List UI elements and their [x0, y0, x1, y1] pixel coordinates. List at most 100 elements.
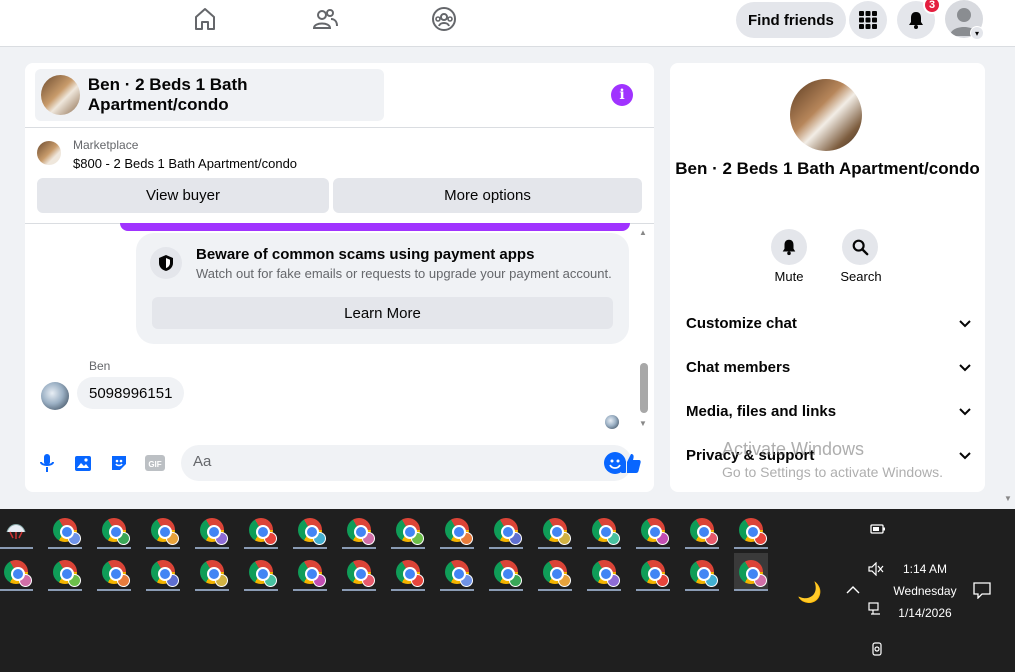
groups-icon[interactable]: [431, 6, 457, 32]
chrome-icon: [690, 560, 718, 587]
app-icon[interactable]: [0, 511, 33, 549]
running-indicator: [97, 547, 131, 549]
profile-badge-icon: [264, 532, 277, 545]
chat-details-panel: Ben · 2 Beds 1 Bath Apartment/condo Mute…: [670, 63, 985, 492]
clock-time[interactable]: 1:14 AM: [893, 562, 957, 576]
chat-header[interactable]: Ben · 2 Beds 1 Bath Apartment/condo: [35, 69, 384, 121]
chrome-profile-icon[interactable]: [48, 511, 82, 549]
mute-button[interactable]: [771, 229, 807, 265]
like-thumbs-up-icon[interactable]: [620, 452, 642, 474]
night-light-moon-icon[interactable]: 🌙: [797, 580, 822, 605]
volume-muted-icon[interactable]: [868, 562, 884, 576]
message-input[interactable]: [193, 453, 573, 470]
chrome-profile-icon[interactable]: [342, 553, 376, 591]
customize-chat-section[interactable]: Customize chat: [686, 315, 971, 332]
chevron-down-icon: [959, 359, 971, 376]
scroll-up-arrow[interactable]: ▲: [639, 228, 647, 237]
sender-avatar[interactable]: [41, 382, 69, 410]
chrome-profile-icon[interactable]: [734, 511, 768, 549]
chevron-up-icon[interactable]: [846, 585, 860, 595]
profile-badge-icon: [166, 532, 179, 545]
scrollbar-thumb[interactable]: [640, 363, 648, 413]
chrome-icon: [592, 518, 620, 545]
clock-day[interactable]: Wednesday: [890, 584, 960, 598]
listing-photo-avatar[interactable]: [790, 79, 862, 151]
chrome-profile-icon[interactable]: [293, 553, 327, 591]
running-indicator: [734, 589, 768, 591]
learn-more-button[interactable]: Learn More: [152, 297, 613, 329]
chrome-icon: [592, 560, 620, 587]
chrome-profile-icon[interactable]: [734, 553, 768, 591]
chrome-profile-icon[interactable]: [685, 553, 719, 591]
chrome-profile-icon[interactable]: [97, 511, 131, 549]
view-buyer-button[interactable]: View buyer: [37, 178, 329, 213]
chrome-profile-icon[interactable]: [538, 511, 572, 549]
notifications-button[interactable]: 3: [897, 0, 941, 39]
battery-icon[interactable]: [870, 523, 886, 535]
chrome-profile-icon[interactable]: [195, 553, 229, 591]
gif-icon[interactable]: GIF: [144, 452, 166, 474]
chrome-icon: [739, 560, 767, 587]
chrome-profile-icon[interactable]: [48, 553, 82, 591]
info-icon[interactable]: i: [611, 84, 633, 106]
running-indicator: [146, 589, 180, 591]
chrome-profile-icon[interactable]: [440, 553, 474, 591]
device-sync-icon[interactable]: [870, 641, 884, 657]
chrome-profile-icon[interactable]: [636, 511, 670, 549]
friends-icon[interactable]: [312, 6, 338, 32]
chrome-icon: [739, 518, 767, 545]
chrome-profile-icon[interactable]: [391, 553, 425, 591]
details-title: Ben · 2 Beds 1 Bath Apartment/condo: [675, 159, 980, 178]
chrome-profile-icon[interactable]: [293, 511, 327, 549]
scroll-down-arrow[interactable]: ▼: [639, 419, 647, 428]
clock-date[interactable]: 1/14/2026: [893, 606, 957, 620]
chrome-profile-icon[interactable]: [587, 553, 621, 591]
profile-badge-icon: [656, 532, 669, 545]
chrome-icon: [494, 518, 522, 545]
chrome-profile-icon[interactable]: [489, 553, 523, 591]
photo-icon[interactable]: [72, 452, 94, 474]
more-options-button[interactable]: More options: [333, 178, 642, 213]
chevron-down-icon[interactable]: ▾: [970, 26, 984, 40]
sticker-icon[interactable]: [108, 452, 130, 474]
chrome-profile-icon[interactable]: [146, 553, 180, 591]
search-label: Search: [840, 269, 882, 284]
network-icon[interactable]: [868, 602, 884, 616]
running-indicator: [342, 589, 376, 591]
chrome-profile-icon[interactable]: [440, 511, 474, 549]
search-button[interactable]: [842, 229, 878, 265]
apps-menu-button[interactable]: [849, 1, 887, 39]
chrome-profile-icon[interactable]: [342, 511, 376, 549]
activate-windows-watermark-text: Go to Settings to activate Windows.: [722, 464, 943, 480]
running-indicator: [391, 547, 425, 549]
chrome-profile-icon[interactable]: [195, 511, 229, 549]
home-icon[interactable]: [192, 6, 218, 32]
notification-center-icon[interactable]: [973, 581, 991, 599]
chrome-profile-icon[interactable]: [685, 511, 719, 549]
activate-windows-watermark-title: Activate Windows: [722, 439, 865, 459]
chrome-profile-icon[interactable]: [244, 553, 278, 591]
chrome-profile-icon[interactable]: [146, 511, 180, 549]
media-files-links-section[interactable]: Media, files and links: [686, 403, 971, 420]
profile-badge-icon: [705, 532, 718, 545]
chrome-profile-icon[interactable]: [391, 511, 425, 549]
chrome-profile-icon[interactable]: [97, 553, 131, 591]
message-bubble[interactable]: 5098996151: [77, 377, 185, 409]
chrome-profile-icon[interactable]: [538, 553, 572, 591]
chrome-profile-icon[interactable]: [587, 511, 621, 549]
section-label: Chat members: [686, 359, 791, 376]
listing-thumbnail[interactable]: [37, 141, 61, 165]
listing-title[interactable]: $800 - 2 Beds 1 Bath Apartment/condo: [73, 156, 297, 171]
chrome-profile-icon[interactable]: [636, 553, 670, 591]
running-indicator: [587, 547, 621, 549]
shield-icon: [150, 247, 182, 279]
page-scroll-down-arrow[interactable]: ▼: [1004, 494, 1012, 503]
profile-badge-icon: [313, 574, 326, 587]
chrome-profile-icon[interactable]: [244, 511, 278, 549]
find-friends-button[interactable]: Find friends: [736, 2, 846, 38]
chrome-profile-icon[interactable]: [489, 511, 523, 549]
microphone-icon[interactable]: [36, 452, 58, 474]
chrome-profile-icon[interactable]: [0, 553, 33, 591]
message-composer[interactable]: [181, 445, 632, 481]
chat-members-section[interactable]: Chat members: [686, 359, 971, 376]
